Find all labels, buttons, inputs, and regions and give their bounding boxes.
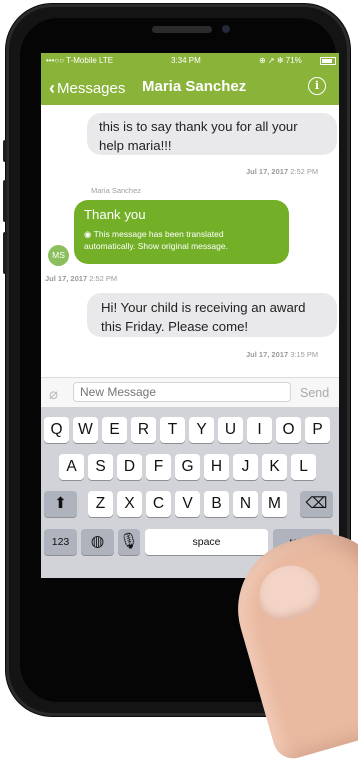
- mute-switch: [3, 140, 7, 162]
- key-z[interactable]: Z: [88, 491, 113, 517]
- key-h[interactable]: H: [204, 454, 229, 480]
- key-c[interactable]: C: [146, 491, 171, 517]
- send-button[interactable]: Send: [300, 386, 329, 400]
- chevron-left-icon: ‹: [49, 78, 55, 98]
- key-f[interactable]: F: [146, 454, 171, 480]
- volume-down-button: [3, 232, 7, 274]
- show-original-link[interactable]: automatically. Show original message.: [84, 240, 289, 252]
- info-icon[interactable]: i: [308, 77, 326, 95]
- key-w[interactable]: W: [73, 417, 98, 443]
- dictation-key[interactable]: 🎙: [118, 529, 140, 555]
- shift-icon: ⬆: [54, 495, 67, 512]
- message-timestamp: Jul 17, 2017 3:15 PM: [246, 350, 319, 359]
- outgoing-message-bubble[interactable]: this is to say thank you for all your he…: [87, 113, 337, 155]
- delete-key[interactable]: ⌫: [300, 491, 333, 517]
- message-text-line: help maria!!!: [99, 138, 172, 153]
- speaker-grille: [152, 26, 212, 33]
- key-k[interactable]: K: [262, 454, 287, 480]
- paperclip-icon[interactable]: ⌀: [49, 385, 58, 403]
- volume-up-button: [3, 180, 7, 222]
- key-i[interactable]: I: [247, 417, 272, 443]
- front-camera: [222, 25, 230, 33]
- globe-key[interactable]: ◍: [81, 529, 114, 555]
- back-label: Messages: [57, 80, 126, 97]
- message-text: Thank you: [84, 207, 146, 222]
- key-g[interactable]: G: [175, 454, 200, 480]
- numbers-key[interactable]: 123: [44, 529, 77, 555]
- message-text-line: this is to say thank you for all your: [99, 119, 298, 134]
- battery-icon: [320, 56, 336, 65]
- message-text-line: this Friday. Please come!: [101, 319, 249, 334]
- globe-icon: ◉: [84, 229, 92, 239]
- contact-name: Maria Sanchez: [142, 78, 247, 95]
- key-y[interactable]: Y: [189, 417, 214, 443]
- key-u[interactable]: U: [218, 417, 243, 443]
- conversation-header: •••○○ T-Mobile LTE 3:34 PM ⊕ ↗ ✻ 71% ‹ Me…: [41, 53, 339, 105]
- key-t[interactable]: T: [160, 417, 185, 443]
- key-s[interactable]: S: [88, 454, 113, 480]
- message-input[interactable]: [73, 382, 291, 402]
- message-text-line: Hi! Your child is receiving an award: [101, 300, 306, 315]
- key-o[interactable]: O: [276, 417, 301, 443]
- key-e[interactable]: E: [102, 417, 127, 443]
- message-timestamp: Jul 17, 2017 2:52 PM: [45, 274, 118, 283]
- key-l[interactable]: L: [291, 454, 316, 480]
- compose-bar: ⌀ Send: [41, 377, 339, 408]
- space-key[interactable]: space: [145, 529, 268, 555]
- key-a[interactable]: A: [59, 454, 84, 480]
- back-button[interactable]: ‹ Messages: [49, 77, 125, 98]
- key-v[interactable]: V: [175, 491, 200, 517]
- key-r[interactable]: R: [131, 417, 156, 443]
- incoming-message-bubble[interactable]: Thank you ◉ This message has been transl…: [74, 200, 289, 264]
- message-timestamp: Jul 17, 2017 2:52 PM: [246, 167, 319, 176]
- globe-icon: ◍: [90, 533, 105, 550]
- key-j[interactable]: J: [233, 454, 258, 480]
- status-time: 3:34 PM: [171, 56, 201, 65]
- backspace-icon: ⌫: [305, 495, 328, 512]
- key-m[interactable]: M: [262, 491, 287, 517]
- avatar: MS: [48, 245, 69, 266]
- translation-line: This message has been translated: [93, 229, 224, 239]
- key-q[interactable]: Q: [44, 417, 69, 443]
- microphone-icon: 🎙: [119, 533, 139, 550]
- key-d[interactable]: D: [117, 454, 142, 480]
- sender-name: Maria Sanchez: [91, 186, 142, 195]
- key-n[interactable]: N: [233, 491, 258, 517]
- key-p[interactable]: P: [305, 417, 330, 443]
- status-icons: ⊕ ↗ ✻ 71%: [259, 56, 302, 65]
- screen: •••○○ T-Mobile LTE 3:34 PM ⊕ ↗ ✻ 71% ‹ Me…: [41, 53, 339, 578]
- outgoing-message-bubble[interactable]: Hi! Your child is receiving an award thi…: [87, 293, 337, 337]
- carrier-signal: •••○○ T-Mobile LTE: [46, 56, 114, 65]
- key-x[interactable]: X: [117, 491, 142, 517]
- shift-key[interactable]: ⬆: [44, 491, 77, 517]
- translation-notice[interactable]: ◉ This message has been translated autom…: [84, 228, 289, 252]
- key-b[interactable]: B: [204, 491, 229, 517]
- status-bar: •••○○ T-Mobile LTE 3:34 PM ⊕ ↗ ✻ 71%: [41, 56, 339, 68]
